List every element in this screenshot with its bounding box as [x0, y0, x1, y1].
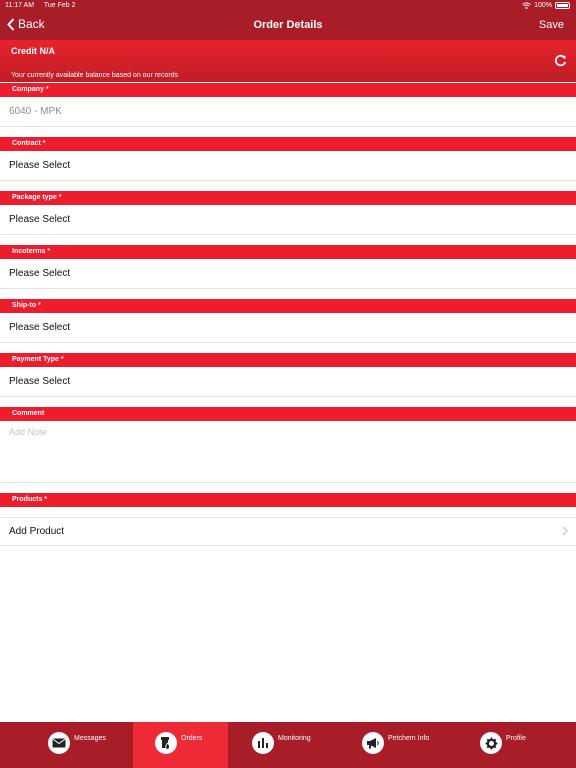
package-type-header: Package type * — [0, 191, 576, 205]
incoterms-select[interactable]: Please Select — [0, 259, 576, 289]
envelope-icon — [48, 732, 70, 754]
company-header: Company * — [0, 83, 576, 97]
chevron-right-icon — [562, 526, 568, 536]
tab-profile-label: Profile — [506, 735, 526, 742]
products-header: Products * — [0, 493, 576, 507]
payment-type-header: Payment Type * — [0, 353, 576, 367]
save-button[interactable]: Save — [539, 19, 564, 31]
status-bar: 11:17 AM Tue Feb 2 100% — [0, 0, 576, 12]
status-time: 11:17 AM — [5, 2, 35, 9]
comment-header: Comment — [0, 407, 576, 421]
ship-to-header: Ship-to * — [0, 299, 576, 313]
company-field: 6040 - MPK — [0, 97, 576, 127]
tab-profile[interactable]: Profile — [460, 722, 576, 768]
navigation-bar: Back Order Details Save — [0, 12, 576, 40]
tab-messages[interactable]: Messages — [0, 722, 133, 768]
package-type-select[interactable]: Please Select — [0, 205, 576, 235]
tab-petchem-info[interactable]: Petchem Info — [343, 722, 460, 768]
comment-textarea[interactable]: Add Note — [0, 421, 576, 483]
wifi-icon — [522, 2, 531, 9]
payment-type-value: Please Select — [9, 376, 71, 387]
contract-value: Please Select — [9, 160, 71, 171]
add-product-label: Add Product — [9, 526, 65, 537]
credit-note: Your currently available balance based o… — [11, 72, 179, 79]
ship-to-value: Please Select — [9, 322, 71, 333]
tab-petchem-info-label: Petchem Info — [388, 735, 430, 742]
page-title: Order Details — [253, 19, 323, 31]
tab-messages-label: Messages — [74, 735, 106, 742]
tab-bar: Messages Orders Monitoring Petchem Info … — [0, 722, 576, 768]
contract-header: Contract * — [0, 137, 576, 151]
company-value: 6040 - MPK — [9, 106, 62, 117]
ship-to-select[interactable]: Please Select — [0, 313, 576, 343]
incoterms-value: Please Select — [9, 268, 71, 279]
incoterms-header: Incoterms * — [0, 245, 576, 259]
tab-orders-label: Orders — [181, 735, 203, 742]
megaphone-icon — [362, 732, 384, 754]
barrel-icon — [155, 732, 177, 754]
bar-chart-icon — [252, 732, 274, 754]
payment-type-select[interactable]: Please Select — [0, 367, 576, 397]
battery-icon — [555, 2, 570, 9]
credit-label: Credit N/A — [11, 46, 56, 56]
refresh-icon[interactable] — [554, 54, 567, 67]
gear-icon — [480, 732, 502, 754]
tab-orders[interactable]: Orders — [133, 722, 228, 768]
package-type-value: Please Select — [9, 214, 71, 225]
contract-select[interactable]: Please Select — [0, 151, 576, 181]
tab-monitoring[interactable]: Monitoring — [228, 722, 343, 768]
status-date: Tue Feb 2 — [43, 2, 76, 9]
battery-percent: 100% — [534, 2, 552, 9]
credit-banner: Credit N/A Your currently available bala… — [0, 40, 576, 82]
comment-placeholder: Add Note — [9, 427, 47, 437]
add-product-row[interactable]: Add Product — [0, 517, 576, 546]
tab-monitoring-label: Monitoring — [278, 735, 311, 742]
